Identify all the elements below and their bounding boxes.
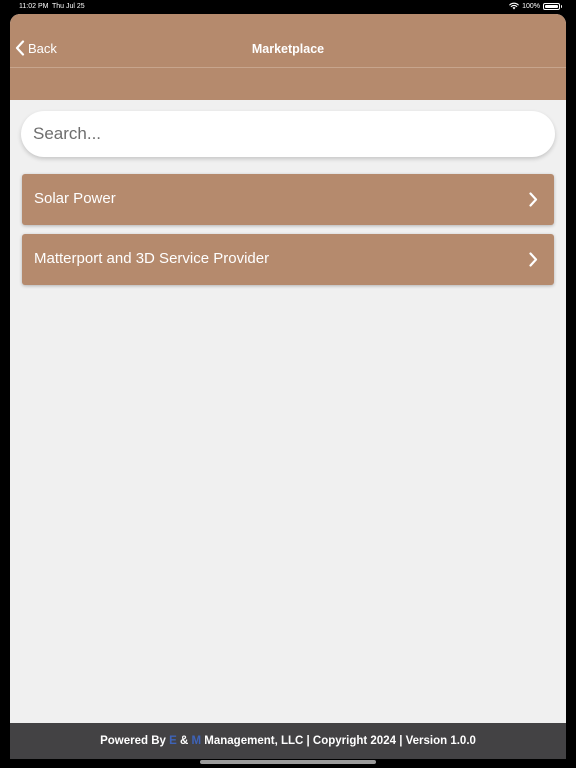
search-input[interactable] [33,111,538,157]
footer: Powered By E & M Management, LLC | Copyr… [10,723,566,759]
status-time: 11:02 PM [19,3,49,10]
footer-accent-e: E [169,735,177,747]
footer-prefix: Powered By [100,735,170,747]
footer-accent-m: M [191,735,202,747]
page-title: Marketplace [251,42,325,56]
home-indicator[interactable] [200,760,376,764]
wifi-icon [509,2,519,10]
category-label: Solar Power [34,190,116,207]
status-indicators: 100% [509,2,562,10]
battery-icon [543,2,562,10]
chevron-right-icon [529,192,538,207]
category-item-solar-power[interactable]: Solar Power [22,174,554,225]
category-item-matterport-3d[interactable]: Matterport and 3D Service Provider [22,234,554,285]
navigation-bar: Back Marketplace [10,14,566,100]
app-window: Back Marketplace Solar Power Matterport … [10,14,566,759]
footer-ampersand: & [176,735,192,747]
device-screen: 11:02 PM Thu Jul 25 100% Back Marketplac… [0,0,576,768]
nav-divider [10,67,566,68]
search-bar[interactable] [21,111,555,157]
status-bar: 11:02 PM Thu Jul 25 100% [0,0,576,14]
footer-suffix: Management, LLC | Copyright 2024 | Versi… [201,735,476,747]
category-label: Matterport and 3D Service Provider [34,250,270,267]
status-date: Thu Jul 25 [52,3,85,10]
chevron-right-icon [529,252,538,267]
battery-percentage: 100% [522,2,540,10]
